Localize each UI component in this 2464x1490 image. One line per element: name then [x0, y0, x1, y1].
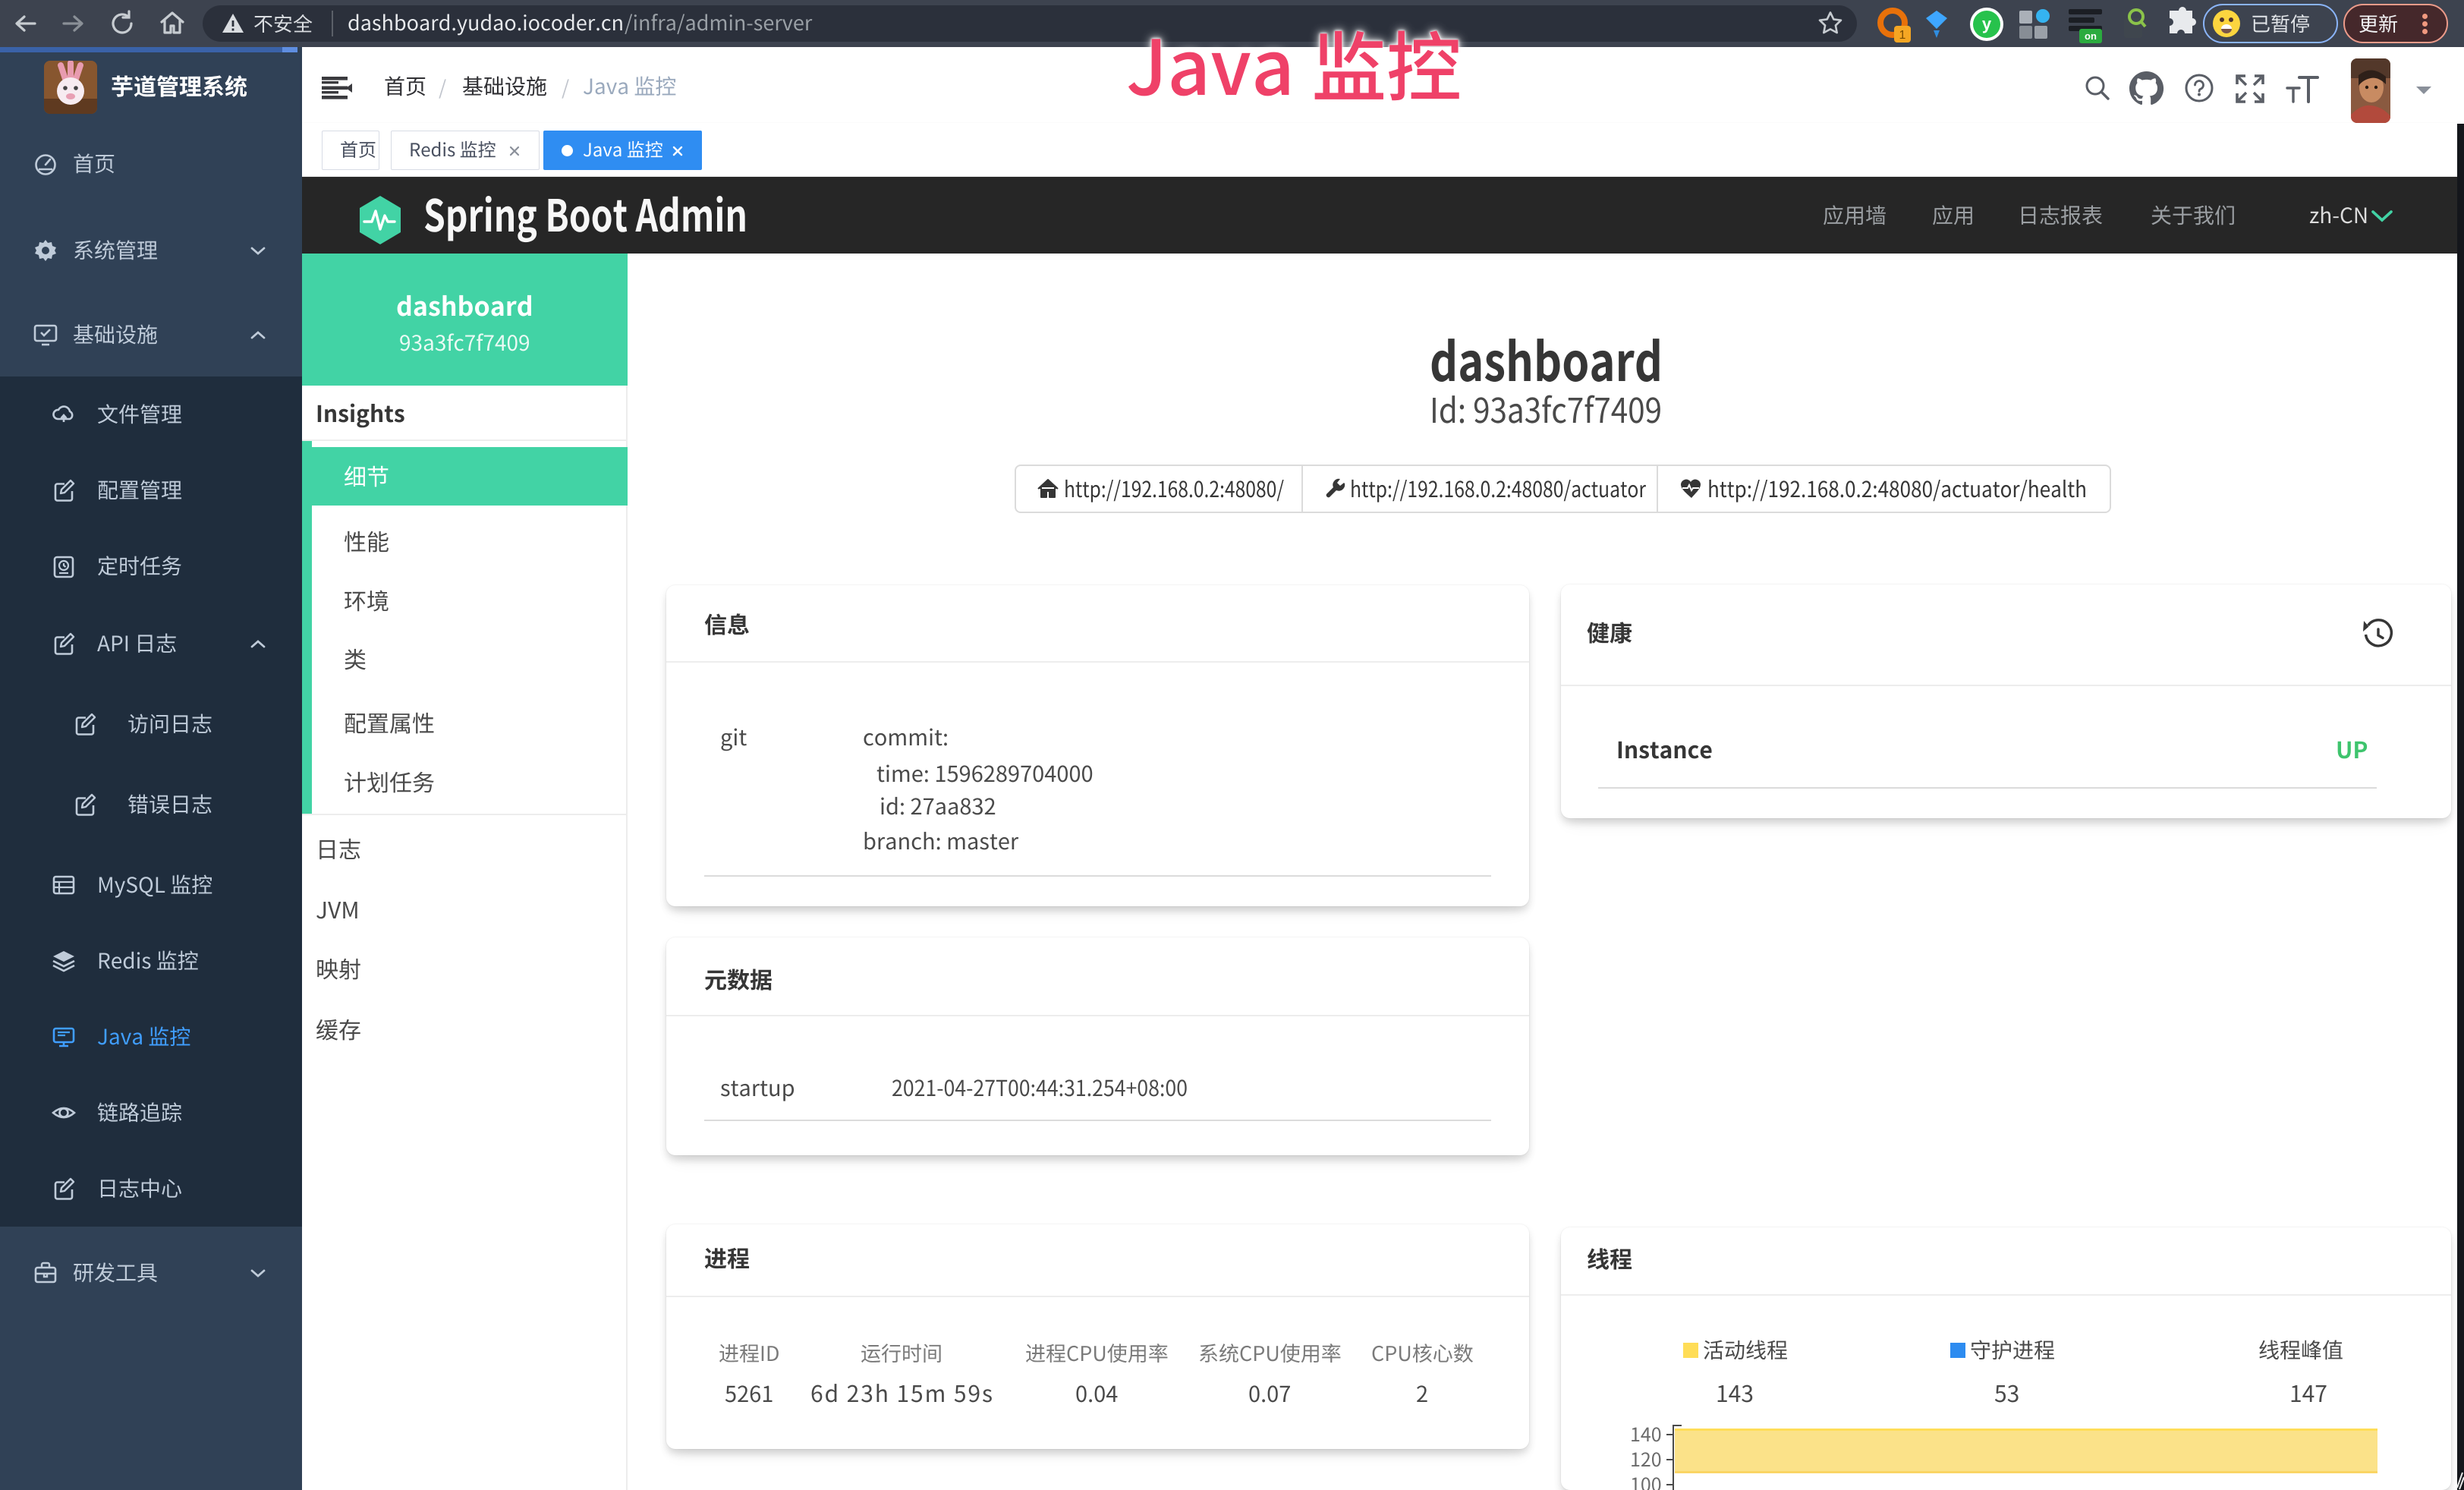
svg-text:on: on: [2085, 30, 2097, 42]
svg-text:1: 1: [1899, 29, 1906, 42]
svg-text:y: y: [1982, 14, 1992, 33]
